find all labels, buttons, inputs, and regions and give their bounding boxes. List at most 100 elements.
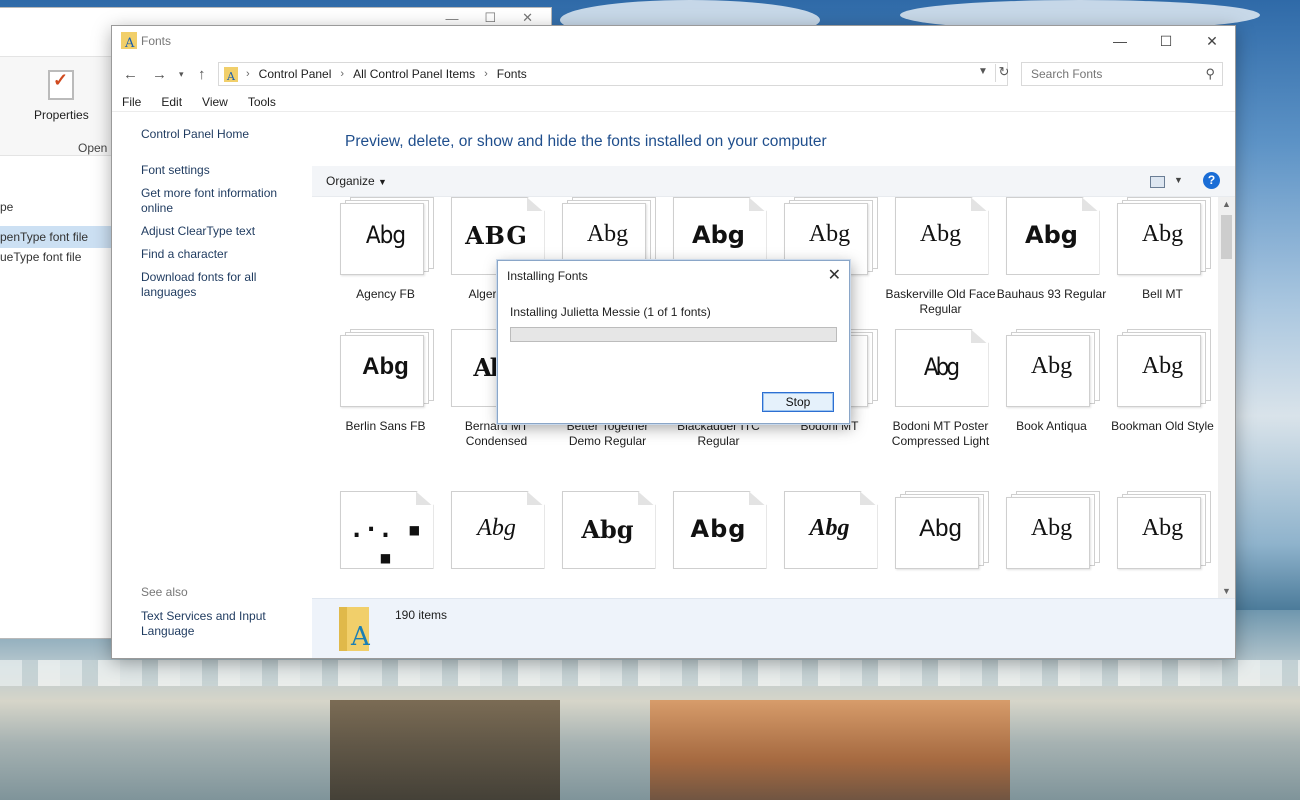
svg-text:A: A bbox=[124, 36, 135, 49]
font-file-icon: Abg bbox=[1005, 197, 1100, 275]
fonts-folder-large-icon: A bbox=[339, 607, 371, 651]
minimize-icon[interactable]: — bbox=[445, 11, 458, 26]
font-sample-text: Abg bbox=[1141, 353, 1184, 379]
forward-arrow-icon[interactable]: → bbox=[152, 66, 167, 83]
up-arrow-icon[interactable]: ↑ bbox=[198, 66, 206, 83]
font-tile[interactable]: Abg Bodoni MT Poster Compressed Light bbox=[885, 329, 996, 449]
font-name-label: Book Antiqua bbox=[1016, 419, 1087, 433]
menu-file[interactable]: File bbox=[112, 92, 151, 112]
chevron-right-icon[interactable]: › bbox=[484, 68, 488, 80]
chevron-down-icon[interactable]: ▼ bbox=[1174, 175, 1183, 185]
link-download-fonts[interactable]: Download fonts for all languages bbox=[141, 270, 301, 300]
font-sample-text: Abg bbox=[477, 515, 516, 541]
font-tile[interactable]: Abg Agency FB bbox=[330, 197, 441, 302]
font-tile[interactable]: Abg bbox=[885, 491, 996, 581]
breadcrumb-all-items[interactable]: All Control Panel Items bbox=[353, 67, 475, 81]
font-file-icon: Abg bbox=[894, 491, 989, 569]
font-tile[interactable]: Abg bbox=[441, 491, 552, 581]
close-button[interactable]: ✕ bbox=[1189, 26, 1235, 56]
font-tile[interactable]: Abg bbox=[552, 491, 663, 581]
font-sample-text: Abg bbox=[586, 221, 629, 247]
title-bar[interactable]: A Fonts — ☐ ✕ bbox=[112, 26, 1235, 56]
font-name-label: Bell MT bbox=[1142, 287, 1183, 301]
svg-text:A: A bbox=[226, 70, 236, 82]
link-control-panel-home[interactable]: Control Panel Home bbox=[141, 127, 301, 142]
menu-tools[interactable]: Tools bbox=[238, 92, 286, 112]
font-name-label: Bookman Old Style bbox=[1111, 419, 1214, 433]
font-sample-text: Abg bbox=[808, 221, 851, 247]
fonts-folder-icon: A bbox=[224, 66, 238, 82]
chevron-right-icon[interactable]: › bbox=[246, 68, 250, 80]
maximize-icon[interactable]: ☐ bbox=[484, 10, 496, 26]
font-file-icon: Abg bbox=[1116, 491, 1211, 569]
scroll-up-icon[interactable]: ▲ bbox=[1222, 199, 1231, 209]
organize-button[interactable]: Organize ▼ bbox=[326, 174, 387, 188]
font-sample-text: Abg bbox=[581, 515, 634, 544]
properties-icon[interactable] bbox=[48, 70, 74, 100]
font-file-icon: Abg bbox=[1116, 329, 1211, 407]
breadcrumb-fonts[interactable]: Fonts bbox=[497, 67, 527, 81]
scroll-down-icon[interactable]: ▼ bbox=[1222, 586, 1231, 596]
font-tile[interactable]: Abg Bell MT bbox=[1107, 197, 1218, 302]
font-name-label: Baskerville Old Face Regular bbox=[885, 287, 996, 316]
link-adjust-cleartype[interactable]: Adjust ClearType text bbox=[141, 224, 301, 239]
font-sample-text: Abg bbox=[362, 353, 409, 380]
font-sample-text: Abg bbox=[923, 353, 960, 381]
search-box[interactable]: ⚲ bbox=[1021, 62, 1223, 86]
link-font-settings[interactable]: Font settings bbox=[141, 163, 301, 178]
menu-bar: File Edit View Tools bbox=[112, 92, 286, 112]
menu-edit[interactable]: Edit bbox=[151, 92, 192, 112]
font-sample-text: Abg bbox=[809, 515, 850, 541]
font-sample-text: Abg bbox=[919, 515, 962, 542]
recent-locations-chevron-icon[interactable]: ▾ bbox=[179, 69, 184, 80]
font-tile[interactable]: Abg bbox=[774, 491, 885, 581]
font-file-icon: Abg bbox=[450, 491, 545, 569]
view-options-icon[interactable] bbox=[1150, 176, 1165, 188]
close-icon[interactable]: ✕ bbox=[522, 10, 533, 26]
vertical-scrollbar[interactable]: ▲ ▼ bbox=[1218, 197, 1235, 598]
link-more-font-info[interactable]: Get more font information online bbox=[141, 186, 301, 216]
stop-button[interactable]: Stop bbox=[762, 392, 834, 412]
properties-button[interactable]: Properties bbox=[34, 108, 89, 122]
font-tile[interactable]: Abg Berlin Sans FB bbox=[330, 329, 441, 434]
font-tile[interactable]: Abg Bauhaus 93 Regular bbox=[996, 197, 1107, 302]
minimize-button[interactable]: — bbox=[1097, 26, 1143, 56]
search-input[interactable] bbox=[1029, 66, 1203, 82]
details-pane: A 190 items bbox=[312, 598, 1235, 658]
link-find-character[interactable]: Find a character bbox=[141, 247, 301, 262]
font-sample-text: Abg bbox=[1030, 353, 1073, 379]
column-header-type[interactable]: pe bbox=[0, 200, 13, 214]
address-dropdown-icon[interactable]: ▼ bbox=[978, 66, 988, 77]
font-tile[interactable]: Abg bbox=[1107, 491, 1218, 581]
font-sample-text: Abg bbox=[692, 221, 745, 249]
item-count: 190 items bbox=[395, 608, 448, 622]
scrollbar-thumb[interactable] bbox=[1221, 215, 1232, 259]
installing-fonts-dialog[interactable]: Installing Fonts ✕ Installing Julietta M… bbox=[497, 260, 850, 424]
breadcrumb[interactable]: A › Control Panel › All Control Panel It… bbox=[218, 62, 1008, 86]
maximize-button[interactable]: ☐ bbox=[1143, 26, 1189, 56]
font-file-icon: Abg bbox=[561, 491, 656, 569]
menu-view[interactable]: View bbox=[192, 92, 238, 112]
font-tile[interactable]: Abg bbox=[663, 491, 774, 581]
chevron-right-icon[interactable]: › bbox=[340, 68, 344, 80]
back-arrow-icon[interactable]: ← bbox=[123, 66, 138, 83]
file-row[interactable]: ueType font file bbox=[0, 250, 81, 264]
font-file-icon: Abg bbox=[339, 329, 434, 407]
dialog-close-icon[interactable]: ✕ bbox=[828, 265, 841, 285]
help-icon[interactable]: ? bbox=[1203, 172, 1220, 189]
breadcrumb-control-panel[interactable]: Control Panel bbox=[259, 67, 332, 81]
font-file-icon: Abg bbox=[1005, 491, 1100, 569]
font-tile[interactable]: Abg bbox=[996, 491, 1107, 581]
font-file-icon: Abg bbox=[894, 329, 989, 407]
refresh-icon[interactable]: ↻ bbox=[995, 64, 1012, 82]
font-tile[interactable]: Abg Bookman Old Style bbox=[1107, 329, 1218, 434]
search-icon[interactable]: ⚲ bbox=[1205, 66, 1215, 82]
font-sample-text: Abg bbox=[1025, 221, 1078, 249]
address-bar: ← → ▾ ↑ A › Control Panel › All Control … bbox=[112, 59, 1235, 89]
font-tile[interactable]: Abg Baskerville Old Face Regular bbox=[885, 197, 996, 317]
font-tile[interactable]: Abg Book Antiqua bbox=[996, 329, 1107, 434]
file-row[interactable]: penType font file bbox=[0, 230, 88, 244]
font-tile[interactable]: .·. ▪ ▪ bbox=[330, 491, 441, 581]
link-text-services[interactable]: Text Services and Input Language bbox=[141, 609, 301, 639]
font-name-label: Bauhaus 93 Regular bbox=[996, 287, 1107, 301]
